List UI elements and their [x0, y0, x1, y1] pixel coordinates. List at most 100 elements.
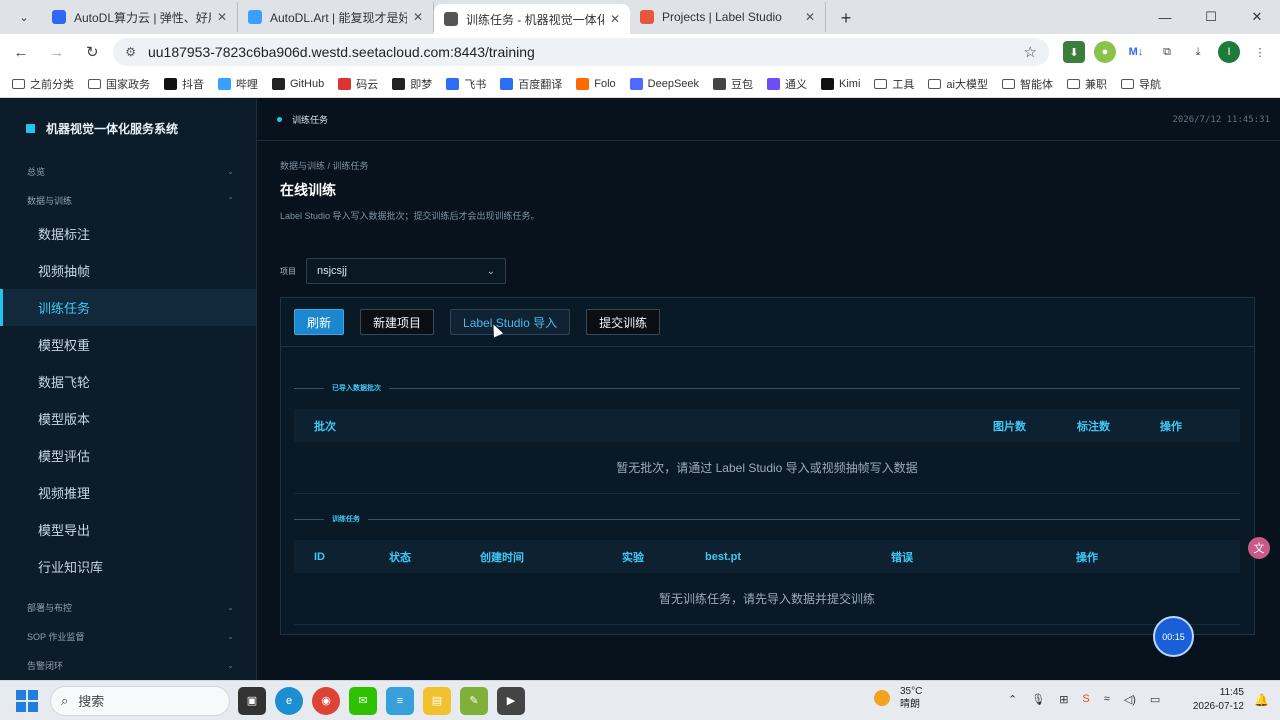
forward-icon[interactable]: → — [42, 37, 72, 67]
sidebar-item[interactable]: 训练任务 — [0, 289, 256, 326]
bookmark-item[interactable]: ai大模型 — [928, 76, 988, 92]
screen-tool-icon[interactable]: ▶ — [497, 686, 525, 715]
browser-tab[interactable]: AutoDL算力云 | 弹性、好用、 ✕ — [42, 2, 238, 32]
bookmark-item[interactable]: Kimi — [821, 77, 860, 90]
tab-close-icon[interactable]: ✕ — [805, 10, 815, 24]
tab-close-icon[interactable]: ✕ — [217, 10, 227, 24]
bookmark-label: 之前分类 — [30, 78, 74, 91]
bookmark-label: 兼职 — [1084, 78, 1107, 91]
tab-close-icon[interactable]: ✕ — [413, 10, 423, 24]
bookmark-label: 智能体 — [1019, 78, 1053, 91]
jobs-column-header: 操作 — [1076, 551, 1098, 564]
file-explorer-icon[interactable]: ▤ — [423, 686, 451, 715]
sidebar-item[interactable]: 数据标注 — [0, 215, 256, 252]
bookmark-star-icon[interactable]: ☆ — [1024, 43, 1037, 61]
sidebar-group[interactable]: 告警闭环 ⌄ — [0, 651, 256, 680]
reload-icon[interactable]: ↻ — [77, 37, 107, 67]
sidebar-item[interactable]: 视频抽帧 — [0, 252, 256, 289]
bookmark-item[interactable]: 哔哩 — [218, 76, 258, 92]
bookmark-item[interactable]: 飞书 — [446, 76, 486, 92]
download-ext-icon[interactable]: ⬇ — [1063, 41, 1085, 63]
sidebar-item[interactable]: 模型导出 — [0, 511, 256, 548]
refresh-button[interactable]: 刷新 — [294, 309, 345, 335]
input-method-icon[interactable]: ⊞ — [1059, 693, 1068, 706]
excel-icon[interactable]: ✎ — [460, 686, 488, 715]
volume-icon[interactable]: ◁) — [1124, 693, 1136, 706]
bookmark-label: GitHub — [290, 77, 325, 90]
translate-icon[interactable]: 文 — [1248, 537, 1270, 559]
sun-icon — [874, 690, 890, 706]
app-tray-icon[interactable]: S — [1082, 693, 1089, 706]
url-field[interactable]: ⚙ uu187953-7823c6ba906d.westd.seetacloud… — [113, 38, 1049, 66]
leaf-ext-icon[interactable]: ● — [1094, 41, 1116, 63]
maximize-icon[interactable]: ☐ — [1188, 0, 1234, 34]
bookmark-item[interactable]: Folo — [576, 77, 616, 90]
bookmark-item[interactable]: 即梦 — [392, 76, 432, 92]
site-info-icon[interactable]: ⚙ — [125, 45, 136, 59]
sidebar-item[interactable]: 模型版本 — [0, 400, 256, 437]
bookmark-item[interactable]: 智能体 — [1001, 76, 1053, 92]
jobs-column-header: 状态 — [389, 551, 411, 564]
bookmark-item[interactable]: 百度翻译 — [500, 76, 562, 92]
weather-widget[interactable]: 35°C 晴朗 — [874, 685, 922, 711]
sidebar-group[interactable]: 数据与训练 ⌃ — [0, 186, 256, 215]
puzzle-icon[interactable]: ⧉ — [1156, 41, 1178, 63]
bookmark-item[interactable]: 码云 — [338, 76, 378, 92]
sidebar-item[interactable]: 行业知识库 — [0, 548, 256, 585]
tray-chevron-icon[interactable]: ⌃ — [1008, 693, 1017, 706]
windows-start-icon[interactable] — [16, 689, 38, 712]
browser-tab[interactable]: Projects | Label Studio ✕ — [630, 2, 826, 32]
wechat-icon[interactable]: ✉ — [349, 686, 377, 715]
sidebar-group[interactable]: 总览 ⌄ — [0, 157, 256, 186]
bookmark-item[interactable]: 国家政务 — [88, 76, 150, 92]
minimize-icon[interactable]: — — [1142, 0, 1188, 34]
submit-training-button[interactable]: 提交训练 — [586, 309, 661, 335]
bookmark-item[interactable]: 兼职 — [1066, 76, 1107, 92]
sidebar-item[interactable]: 模型评估 — [0, 437, 256, 474]
microphone-icon[interactable]: 🎙 — [1031, 693, 1045, 706]
sidebar-item[interactable]: 视频推理 — [0, 474, 256, 511]
wifi-icon[interactable]: ≈ — [1104, 693, 1110, 706]
bookmark-item[interactable]: 工具 — [874, 76, 914, 92]
back-icon[interactable]: ← — [6, 37, 36, 67]
profile-avatar[interactable]: I — [1218, 41, 1240, 63]
chevron-up-icon: ⌃ — [227, 196, 234, 205]
taskbar-search[interactable]: ⌕ 搜索 — [50, 685, 230, 716]
taskbar-clock[interactable]: 11:45 2026-07-12 — [1192, 686, 1244, 714]
sidebar-item[interactable]: 模型权重 — [0, 326, 256, 363]
project-select[interactable]: nsjcsjj ⌄ — [306, 258, 506, 284]
bookmark-item[interactable]: 导航 — [1120, 76, 1161, 92]
downloads-icon[interactable]: ⤓ — [1187, 41, 1209, 63]
bookmark-item[interactable]: 抖音 — [164, 76, 204, 92]
bookmark-item[interactable]: DeepSeek — [629, 77, 699, 90]
markdown-ext-icon[interactable]: M↓ — [1125, 41, 1147, 63]
new-tab-button[interactable]: + — [832, 4, 860, 32]
tab-search-icon[interactable]: ⌄ — [10, 6, 38, 28]
bookmark-item[interactable]: 之前分类 — [12, 76, 74, 92]
battery-icon[interactable]: ▭ — [1150, 693, 1160, 706]
recording-timer[interactable]: 00:15 — [1153, 616, 1194, 657]
sidebar-item[interactable]: 数据飞轮 — [0, 363, 256, 400]
tab-favicon-icon — [52, 10, 66, 24]
notification-bell-icon[interactable]: 🔔 — [1254, 693, 1269, 707]
close-window-icon[interactable]: ✕ — [1234, 0, 1280, 34]
notepad-icon[interactable]: ≡ — [386, 686, 414, 715]
label-studio-import-button[interactable]: Label Studio 导入 — [450, 309, 571, 335]
edge-icon[interactable]: e — [275, 686, 303, 715]
bookmark-item[interactable]: 豆包 — [713, 76, 753, 92]
bookmark-item[interactable]: 通义 — [767, 76, 807, 92]
browser-tab[interactable]: AutoDL.Art | 能复现才是好算法 ✕ — [238, 2, 434, 32]
new-project-button[interactable]: 新建项目 — [360, 309, 435, 335]
batches-column-header: 图片数 — [993, 420, 1026, 433]
sidebar-group[interactable]: 部署与布控 ⌄ — [0, 593, 256, 622]
tab-close-icon[interactable]: ✕ — [610, 12, 620, 26]
browser-tab[interactable]: 训练任务 - 机器视觉一体化服务系 ✕ — [434, 4, 630, 34]
chrome-icon[interactable]: ◉ — [312, 686, 340, 715]
bookmark-item[interactable]: GitHub — [272, 77, 325, 90]
sidebar-group[interactable]: SOP 作业监督 ⌄ — [0, 622, 256, 651]
batches-column-header: 标注数 — [1077, 420, 1110, 433]
menu-icon[interactable]: ⋮ — [1249, 41, 1271, 63]
task-view-icon[interactable]: ▣ — [238, 686, 266, 715]
bookmark-label: ai大模型 — [946, 78, 988, 91]
batches-table-header: 批次 图片数 标注数 操作 — [294, 409, 1240, 442]
